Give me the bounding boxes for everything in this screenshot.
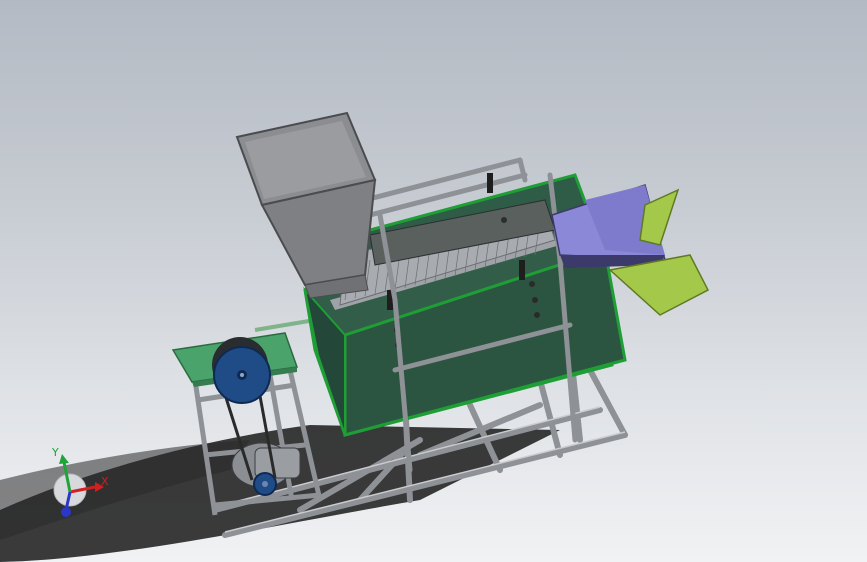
- feed-hopper[interactable]: [235, 111, 377, 299]
- upper-pulley[interactable]: [212, 337, 271, 404]
- drive-shaft: [254, 318, 316, 332]
- model-viewport[interactable]: X Y: [0, 0, 867, 562]
- y-axis-arrow-icon: [59, 454, 69, 464]
- z-axis-dot-icon: [61, 507, 71, 517]
- screen-machine-3d-model[interactable]: X Y: [0, 0, 867, 562]
- y-axis-label: Y: [51, 446, 59, 459]
- x-axis-label: X: [101, 475, 109, 488]
